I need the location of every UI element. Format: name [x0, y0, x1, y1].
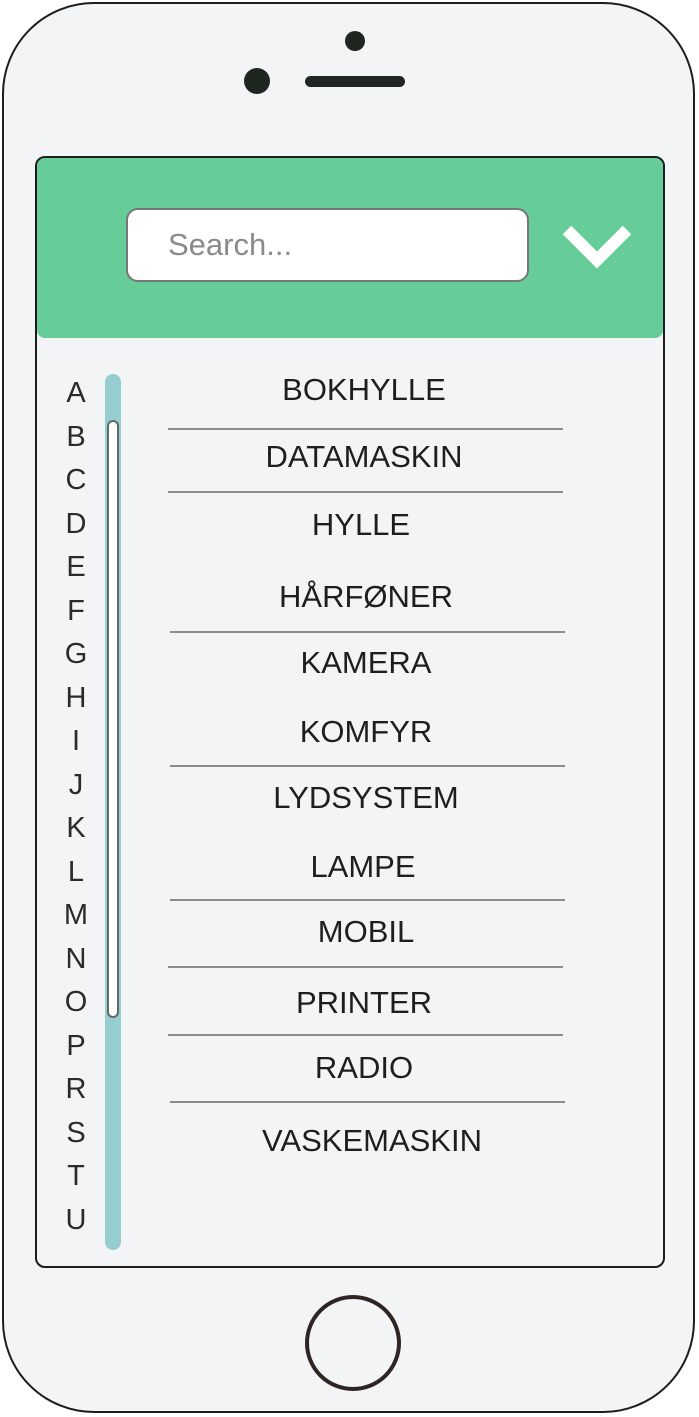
list-item[interactable]: HÅRFØNER: [168, 579, 564, 615]
list-divider: [168, 1034, 563, 1036]
list-divider: [170, 765, 565, 767]
list-item[interactable]: MOBIL: [168, 914, 564, 950]
front-camera: [244, 68, 270, 94]
list-divider: [170, 1101, 565, 1103]
list-item[interactable]: LAMPE: [165, 849, 561, 885]
list-item[interactable]: HYLLE: [163, 507, 559, 543]
list-divider: [170, 631, 565, 633]
list-item[interactable]: BOKHYLLE: [166, 372, 562, 408]
list-item[interactable]: RADIO: [166, 1050, 562, 1086]
list-divider: [170, 899, 565, 901]
earpiece-speaker: [305, 76, 405, 87]
list-item[interactable]: LYDSYSTEM: [168, 780, 564, 816]
item-list: BOKHYLLE DATAMASKIN HYLLE HÅRFØNER KAMER…: [37, 158, 663, 1266]
list-divider: [168, 428, 563, 430]
proximity-sensor: [345, 31, 365, 51]
list-divider: [168, 966, 563, 968]
list-item[interactable]: KAMERA: [168, 645, 564, 681]
home-button[interactable]: [305, 1295, 401, 1391]
list-item[interactable]: DATAMASKIN: [166, 439, 562, 475]
list-divider: [168, 491, 563, 493]
list-item[interactable]: KOMFYR: [168, 714, 564, 750]
app-screen: A B C D E F G H I J K L M N O P R S T U …: [35, 156, 665, 1268]
list-item[interactable]: PRINTER: [166, 985, 562, 1021]
list-item[interactable]: VASKEMASKIN: [174, 1123, 570, 1159]
